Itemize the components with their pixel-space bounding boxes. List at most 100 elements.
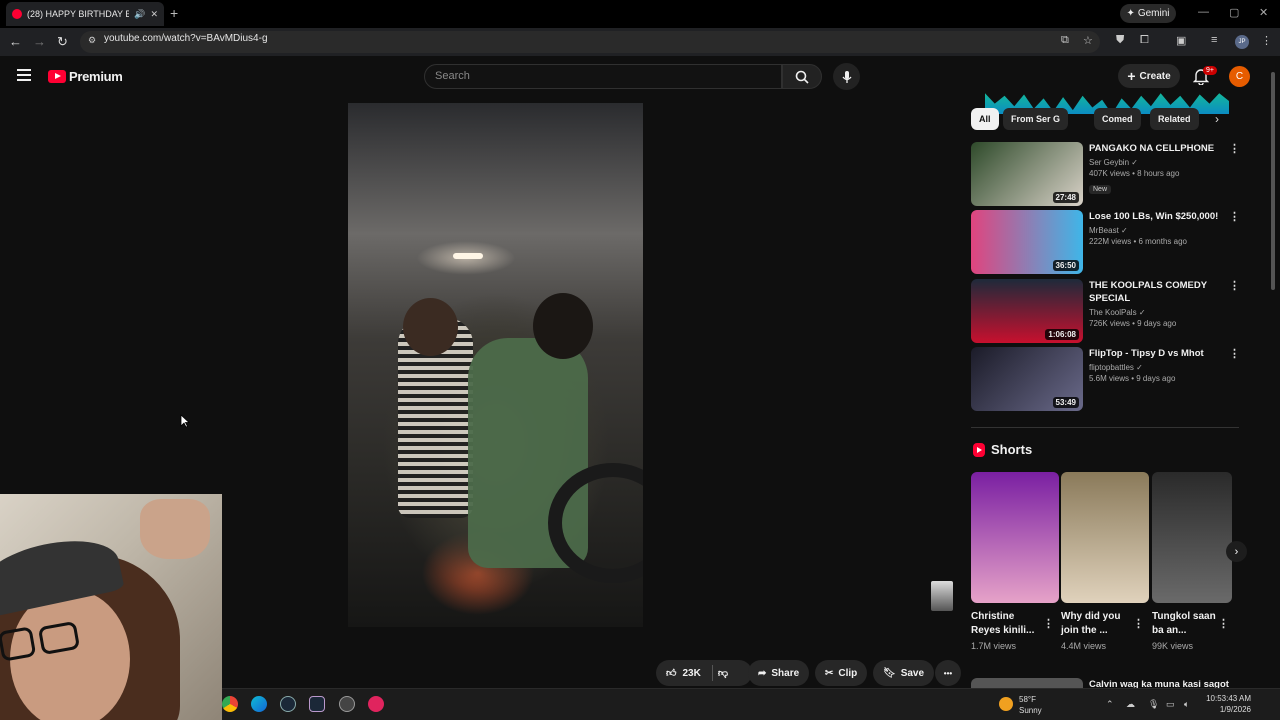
split-view-icon[interactable]: ▣ <box>1176 34 1186 47</box>
verified-check-icon: ✓ <box>1131 158 1138 167</box>
plus-icon: + <box>1127 68 1136 84</box>
search-input[interactable]: Search <box>424 64 782 89</box>
short-item[interactable]: Christine Reyes kinili... 1.7M views ⋮ <box>971 472 1059 651</box>
notification-count-badge: 9+ <box>1203 66 1217 75</box>
weather-description: Sunny <box>1019 706 1042 715</box>
channel-name[interactable]: Ser Geybin <box>1089 158 1129 167</box>
logo-text: Premium <box>69 69 123 84</box>
weather-widget[interactable]: 58°F Sunny <box>1019 694 1042 716</box>
short-thumbnail[interactable] <box>1152 472 1232 603</box>
more-options-icon[interactable]: ⋮ <box>1229 347 1240 360</box>
short-thumbnail[interactable] <box>971 472 1059 603</box>
like-button[interactable]: 👍︎ 23K <box>666 667 701 680</box>
more-actions-button[interactable]: ••• <box>935 660 961 686</box>
more-options-icon[interactable]: ⋮ <box>1229 210 1240 223</box>
maximize-button[interactable]: ▢ <box>1229 6 1239 19</box>
forward-arrow-icon[interactable]: → <box>33 34 46 49</box>
steam-active-taskbar-icon[interactable] <box>309 696 325 712</box>
video-player[interactable] <box>348 103 643 627</box>
browser-tab[interactable]: (28) HAPPY BIRTHDAY BESFR 🔊 ✕ <box>6 2 164 26</box>
more-options-icon[interactable]: ⋮ <box>1133 617 1144 630</box>
more-options-icon[interactable]: ⋮ <box>1229 142 1240 155</box>
chip-all[interactable]: All <box>971 108 999 130</box>
steam-taskbar-icon[interactable] <box>280 696 296 712</box>
new-tab-button[interactable]: + <box>170 5 178 21</box>
edge-taskbar-icon[interactable] <box>251 696 267 712</box>
browser-menu-icon[interactable]: ⋮ <box>1261 34 1272 47</box>
tray-chevron-up-icon[interactable]: ⌃ <box>1106 699 1114 710</box>
short-title[interactable]: Tungkol saan ba an... <box>1152 610 1224 638</box>
reload-icon[interactable]: ↻ <box>57 34 68 50</box>
browser-profile-avatar[interactable]: JP <box>1235 35 1249 49</box>
bookmark-star-icon[interactable]: ☆ <box>1083 34 1093 47</box>
page-scrollbar[interactable] <box>1270 66 1276 684</box>
channel-name[interactable]: fliptopbattles <box>1089 363 1134 372</box>
browser-tab-bar: (28) HAPPY BIRTHDAY BESFR 🔊 ✕ + ✦ Gemini… <box>0 0 1280 28</box>
short-item[interactable]: Tungkol saan ba an... 99K views ⋮ <box>1152 472 1232 651</box>
more-options-icon[interactable]: ⋮ <box>1043 617 1054 630</box>
app-taskbar-icon[interactable] <box>339 696 355 712</box>
back-arrow-icon[interactable]: ← <box>9 34 22 49</box>
recommendation-item[interactable]: 27:48 PANGAKO NA CELLPHONE Ser Geybin ✓ … <box>971 142 1241 206</box>
video-thumbnail[interactable]: 1:06:08 <box>971 279 1083 343</box>
chip-related[interactable]: Related <box>1150 108 1199 130</box>
network-icon[interactable]: ▭ <box>1166 699 1175 710</box>
save-button[interactable]: 🔖︎ Save <box>873 660 935 686</box>
account-avatar[interactable]: C <box>1229 66 1250 87</box>
media-player-taskbar-icon[interactable] <box>368 696 384 712</box>
more-options-icon[interactable]: ⋮ <box>1229 279 1240 292</box>
microphone-tray-icon[interactable]: 🎙︎ <box>1148 699 1159 710</box>
more-options-icon[interactable]: ⋮ <box>1218 617 1229 630</box>
share-button[interactable]: ➦ Share <box>748 660 810 686</box>
recommendation-item[interactable]: 1:06:08 THE KOOLPALS COMEDY SPECIAL The … <box>971 279 1241 343</box>
recommendation-item[interactable]: 36:50 Lose 100 LBs, Win $250,000! MrBeas… <box>971 210 1241 274</box>
volume-icon[interactable]: 🔈︎ <box>1184 699 1189 710</box>
extensions-puzzle-icon[interactable]: ⧠ <box>1140 34 1149 47</box>
create-button[interactable]: + Create <box>1118 64 1180 88</box>
video-thumbnail[interactable]: 53:49 <box>971 347 1083 411</box>
speaker-icon[interactable]: 🔊 <box>134 9 145 20</box>
site-info-icon[interactable]: ⚙ <box>88 35 96 46</box>
video-title[interactable]: FlipTop - Tipsy D vs Mhot <box>1089 347 1224 360</box>
chip-comedy[interactable]: Comed <box>1094 108 1141 130</box>
youtube-play-icon <box>48 70 66 83</box>
shorts-next-button[interactable]: › <box>1226 541 1247 562</box>
chrome-taskbar-icon[interactable] <box>222 696 238 712</box>
short-title[interactable]: Christine Reyes kinili... <box>971 610 1043 638</box>
media-control-icon[interactable]: ≡ <box>1211 34 1217 46</box>
voice-search-button[interactable] <box>833 63 860 90</box>
short-item[interactable]: Why did you join the ... 4.4M views ⋮ <box>1061 472 1149 651</box>
recommendation-item[interactable]: 53:49 FlipTop - Tipsy D vs Mhot fliptopb… <box>971 347 1241 411</box>
short-thumbnail[interactable] <box>1061 472 1149 603</box>
onedrive-icon[interactable]: ☁ <box>1126 699 1135 710</box>
short-title[interactable]: Why did you join the ... <box>1061 610 1133 638</box>
chip-from-channel[interactable]: From Ser G <box>1003 108 1069 130</box>
gemini-button[interactable]: ✦ Gemini <box>1120 4 1176 23</box>
dislike-button[interactable]: 👎︎ <box>718 667 728 679</box>
minimize-button[interactable]: — <box>1198 6 1209 18</box>
channel-name[interactable]: MrBeast <box>1089 226 1119 235</box>
video-title[interactable]: Lose 100 LBs, Win $250,000! <box>1089 210 1224 223</box>
close-tab-icon[interactable]: ✕ <box>150 9 158 20</box>
youtube-logo[interactable]: Premium <box>48 69 123 84</box>
scrollbar-thumb[interactable] <box>1271 72 1275 290</box>
hamburger-menu-icon[interactable] <box>17 69 31 81</box>
shorts-logo-icon <box>973 442 985 457</box>
duration-badge: 1:06:08 <box>1045 329 1079 340</box>
shield-extension-icon[interactable]: ⛊ <box>1116 34 1124 47</box>
video-thumbnail[interactable]: 27:48 <box>971 142 1083 206</box>
video-thumbnail[interactable]: 36:50 <box>971 210 1083 274</box>
video-thumbnail[interactable] <box>971 678 1083 688</box>
chips-next-chevron-icon[interactable]: › <box>1215 112 1219 126</box>
close-window-button[interactable]: ✕ <box>1259 6 1268 19</box>
url-text[interactable]: youtube.com/watch?v=BAvMDius4-g <box>104 33 268 44</box>
video-title[interactable]: THE KOOLPALS COMEDY SPECIAL <box>1089 279 1224 305</box>
search-button[interactable] <box>782 64 822 89</box>
install-app-icon[interactable]: ⧉ <box>1061 34 1069 47</box>
clip-button[interactable]: ✂ Clip <box>815 660 868 686</box>
sun-weather-icon[interactable] <box>999 697 1013 711</box>
system-clock[interactable]: 10:53:43 AM 1/9/2026 <box>1196 693 1251 715</box>
channel-avatar-thumbnail[interactable] <box>931 581 953 611</box>
video-title[interactable]: PANGAKO NA CELLPHONE <box>1089 142 1224 155</box>
channel-name[interactable]: The KoolPals <box>1089 308 1137 317</box>
